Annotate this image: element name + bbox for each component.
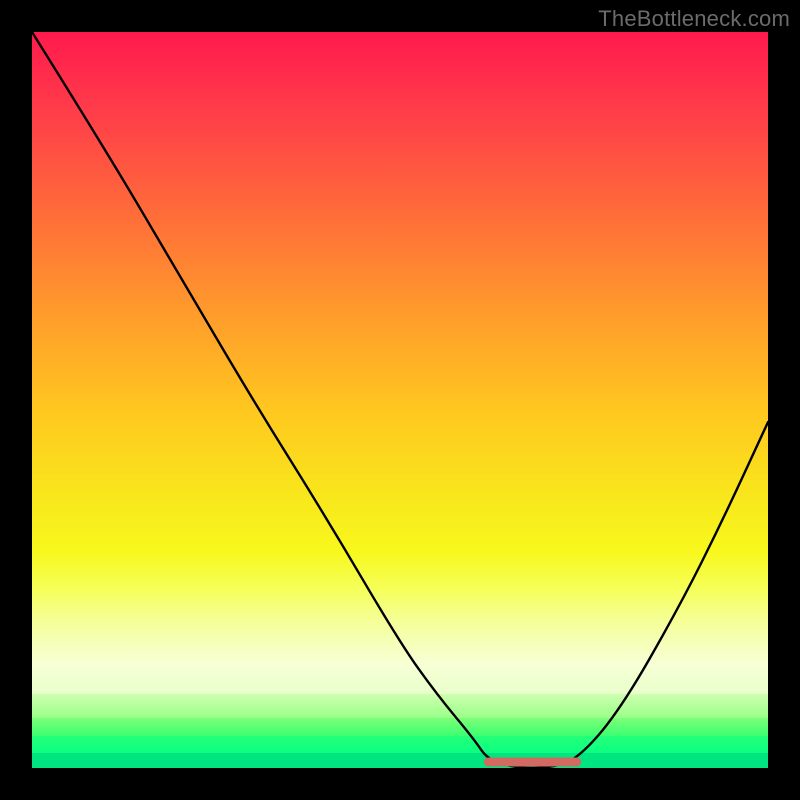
- gradient-band-green-2: [32, 736, 768, 754]
- gradient-band-green-1: [32, 718, 768, 736]
- gradient-band-yellow: [32, 665, 768, 694]
- watermark-text: TheBottleneck.com: [598, 6, 790, 32]
- gradient-band-lightgreen: [32, 694, 768, 718]
- chart-frame: TheBottleneck.com: [0, 0, 800, 800]
- gradient-band-green-3: [32, 753, 768, 768]
- gradient-background: [32, 32, 768, 768]
- gradient-main: [32, 32, 768, 665]
- plot-area: [32, 32, 768, 768]
